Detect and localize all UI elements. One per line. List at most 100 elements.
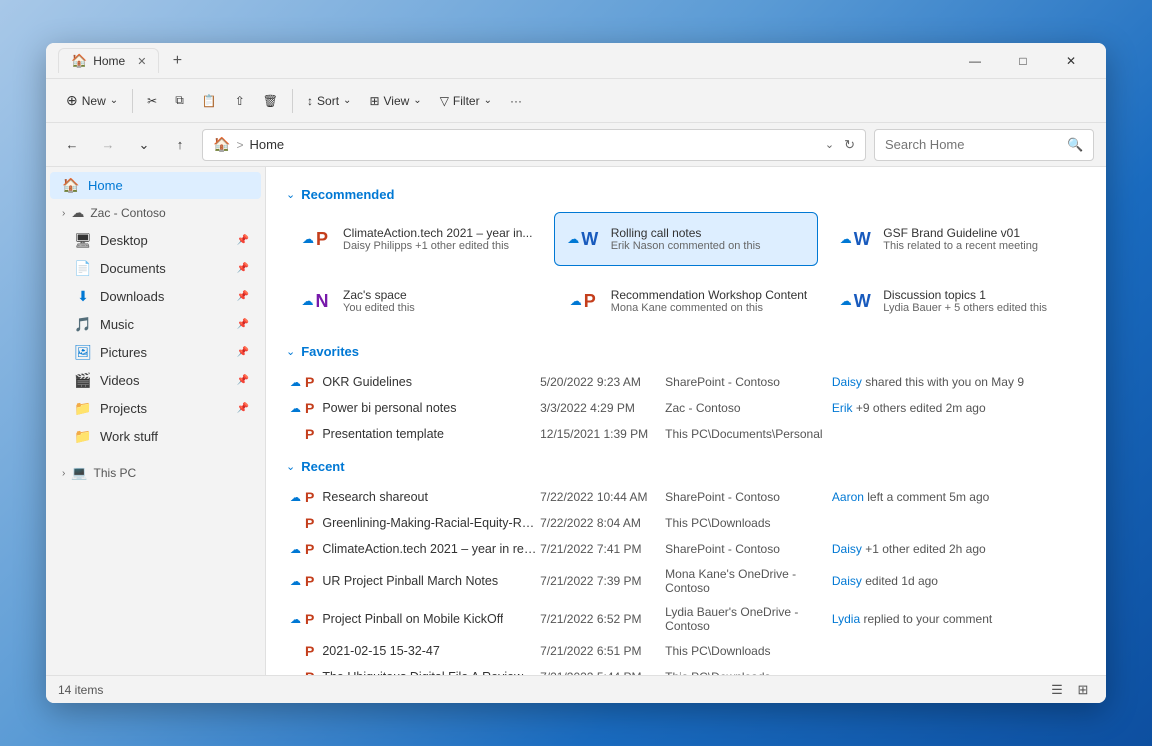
delete-icon: 🗑: [263, 94, 278, 108]
recent-row-6[interactable]: ☁ P The Ubiquitous Digital File A Review…: [286, 664, 1086, 675]
up-button[interactable]: ↑: [166, 131, 194, 159]
address-box[interactable]: 🏠 > Home ⌄ ↻: [202, 129, 866, 161]
recommended-title: Recommended: [301, 187, 394, 202]
list-view-button[interactable]: ☰: [1046, 679, 1068, 701]
up-icon: ↑: [177, 137, 184, 152]
view-icon: ⊞: [369, 94, 379, 108]
recent-row-5[interactable]: ☁ P 2021-02-15 15-32-47 7/21/2022 6:51 P…: [286, 638, 1086, 664]
favorites-list: ☁ P OKR Guidelines 5/20/2022 9:23 AM Sha…: [286, 369, 1086, 447]
paste-button[interactable]: 📋: [194, 90, 225, 112]
sidebar-group-this-pc[interactable]: › 💻 This PC: [50, 460, 261, 486]
delete-button[interactable]: 🗑: [255, 90, 286, 112]
rec-card-4-meta: Mona Kane commented on this: [611, 302, 808, 314]
recent-row-1[interactable]: ☁ P Greenlining-Making-Racial-Equity-Rea…: [286, 510, 1086, 536]
fav-row-0[interactable]: ☁ P OKR Guidelines 5/20/2022 9:23 AM Sha…: [286, 369, 1086, 395]
filter-button[interactable]: ▽ Filter ⌄: [432, 90, 500, 112]
add-tab-button[interactable]: +: [163, 47, 191, 75]
file-type-icon: P: [305, 426, 314, 442]
filter-icon: ▽: [440, 94, 449, 108]
recent-row-0[interactable]: ☁ P Research shareout 7/22/2022 10:44 AM…: [286, 484, 1086, 510]
home-tab[interactable]: 🏠 Home ✕: [58, 48, 159, 73]
rec-card-3[interactable]: ☁ N Zac's space You edited this: [286, 274, 546, 328]
sidebar-item-downloads[interactable]: ⬇ Downloads 📌: [50, 283, 261, 310]
cut-button[interactable]: ✂: [139, 90, 165, 112]
sidebar-videos-label: Videos: [100, 373, 229, 388]
view-button[interactable]: ⊞ View ⌄: [361, 90, 429, 112]
sidebar-item-pictures[interactable]: 🖼 Pictures 📌: [50, 339, 261, 366]
fav-name-1: ☁ P Power bi personal notes: [290, 400, 540, 416]
recent-name-2: ☁ P ClimateAction.tech 2021 – year in re…: [290, 541, 540, 557]
search-input[interactable]: [885, 137, 1061, 152]
file-type-icon: P: [305, 400, 314, 416]
search-icon: 🔍: [1067, 137, 1083, 153]
recent-row-3[interactable]: ☁ P UR Project Pinball March Notes 7/21/…: [286, 562, 1086, 600]
sidebar-item-videos[interactable]: 🎬 Videos 📌: [50, 367, 261, 394]
favorites-chevron[interactable]: ⌄: [286, 345, 295, 358]
refresh-button[interactable]: ↻: [844, 137, 855, 153]
fav-filename-1: Power bi personal notes: [322, 401, 456, 415]
home-tab-label: Home: [93, 54, 125, 68]
rec-card-0[interactable]: ☁ P ClimateAction.tech 2021 – year in...…: [286, 212, 546, 266]
cut-icon: ✂: [147, 94, 157, 108]
recent-location-2: SharePoint - Contoso: [665, 542, 832, 556]
address-dropdown-icon[interactable]: ⌄: [825, 138, 834, 151]
forward-icon: →: [102, 137, 115, 152]
home-tab-icon: 🏠: [71, 53, 87, 69]
grid-view-button[interactable]: ⊞: [1072, 679, 1094, 701]
sidebar-item-desktop[interactable]: 🖥 Desktop 📌: [50, 227, 261, 254]
recent-row-4[interactable]: ☁ P Project Pinball on Mobile KickOff 7/…: [286, 600, 1086, 638]
recent-row-2[interactable]: ☁ P ClimateAction.tech 2021 – year in re…: [286, 536, 1086, 562]
sidebar-group-zac-contoso[interactable]: › ☁ Zac - Contoso: [50, 200, 261, 226]
fav-row-1[interactable]: ☁ P Power bi personal notes 3/3/2022 4:2…: [286, 395, 1086, 421]
rec-card-5[interactable]: ☁ W Discussion topics 1 Lydia Bauer + 5 …: [826, 274, 1086, 328]
search-box[interactable]: 🔍: [874, 129, 1094, 161]
new-button[interactable]: ⊕ New ⌄: [58, 88, 126, 113]
sidebar-item-projects[interactable]: 📁 Projects 📌: [50, 395, 261, 422]
rec-card-1[interactable]: ☁ W Rolling call notes Erik Nason commen…: [554, 212, 819, 266]
view-controls: ☰ ⊞: [1046, 679, 1094, 701]
rec-card-2[interactable]: ☁ W GSF Brand Guideline v01 This related…: [826, 212, 1086, 266]
close-tab-button[interactable]: ✕: [137, 55, 146, 68]
content-area: 🏠 Home › ☁ Zac - Contoso 🖥 Desktop 📌 📄 D…: [46, 167, 1106, 675]
sidebar-item-home[interactable]: 🏠 Home: [50, 172, 261, 199]
recent-locations-button[interactable]: ⌄: [130, 131, 158, 159]
new-icon: ⊕: [66, 92, 78, 109]
sidebar-item-work-stuff[interactable]: 📁 Work stuff: [50, 423, 261, 450]
sort-button[interactable]: ↕ Sort ⌄: [299, 90, 359, 112]
file-type-icon: P: [305, 489, 314, 505]
projects-icon: 📁: [74, 400, 92, 417]
music-icon: 🎵: [74, 316, 92, 333]
view-dropdown-icon: ⌄: [413, 95, 421, 106]
sidebar-documents-label: Documents: [100, 261, 229, 276]
favorites-header: ⌄ Favorites: [286, 344, 1086, 359]
recent-chevron[interactable]: ⌄: [286, 460, 295, 473]
recommended-chevron[interactable]: ⌄: [286, 188, 295, 201]
share-button[interactable]: ⇧: [227, 90, 253, 112]
recent-location-3: Mona Kane's OneDrive - Contoso: [665, 567, 832, 595]
this-pc-icon: 💻: [71, 465, 87, 481]
sidebar-item-documents[interactable]: 📄 Documents 📌: [50, 255, 261, 282]
rec-card-4[interactable]: ☁ P Recommendation Workshop Content Mona…: [554, 274, 819, 328]
back-button[interactable]: ←: [58, 131, 86, 159]
maximize-button[interactable]: □: [1000, 45, 1046, 77]
separator-1: [132, 89, 133, 113]
minimize-button[interactable]: —: [952, 45, 998, 77]
copy-button[interactable]: ⧉: [167, 89, 192, 112]
sidebar-item-music[interactable]: 🎵 Music 📌: [50, 311, 261, 338]
recent-title: Recent: [301, 459, 344, 474]
fav-row-2[interactable]: ☁ P Presentation template 12/15/2021 1:3…: [286, 421, 1086, 447]
rec-card-4-info: Recommendation Workshop Content Mona Kan…: [611, 288, 808, 314]
rec-card-2-icon: ☁ W: [837, 221, 873, 257]
videos-icon: 🎬: [74, 372, 92, 389]
close-button[interactable]: ✕: [1048, 45, 1094, 77]
pin-icon: 📌: [237, 235, 249, 246]
forward-button[interactable]: →: [94, 131, 122, 159]
toolbar: ⊕ New ⌄ ✂ ⧉ 📋 ⇧ 🗑 ↕ Sort ⌄ ⊞ View ⌄: [46, 79, 1106, 123]
recent-activity-0: Aaron left a comment 5m ago: [832, 490, 1082, 504]
downloads-icon: ⬇: [74, 288, 92, 305]
more-button[interactable]: ···: [502, 90, 530, 112]
addressbar: ← → ⌄ ↑ 🏠 > Home ⌄ ↻ 🔍: [46, 123, 1106, 167]
desktop-icon: 🖥: [74, 232, 92, 249]
fav-location-2: This PC\Documents\Personal: [665, 427, 832, 441]
rec-card-2-info: GSF Brand Guideline v01 This related to …: [883, 226, 1075, 252]
